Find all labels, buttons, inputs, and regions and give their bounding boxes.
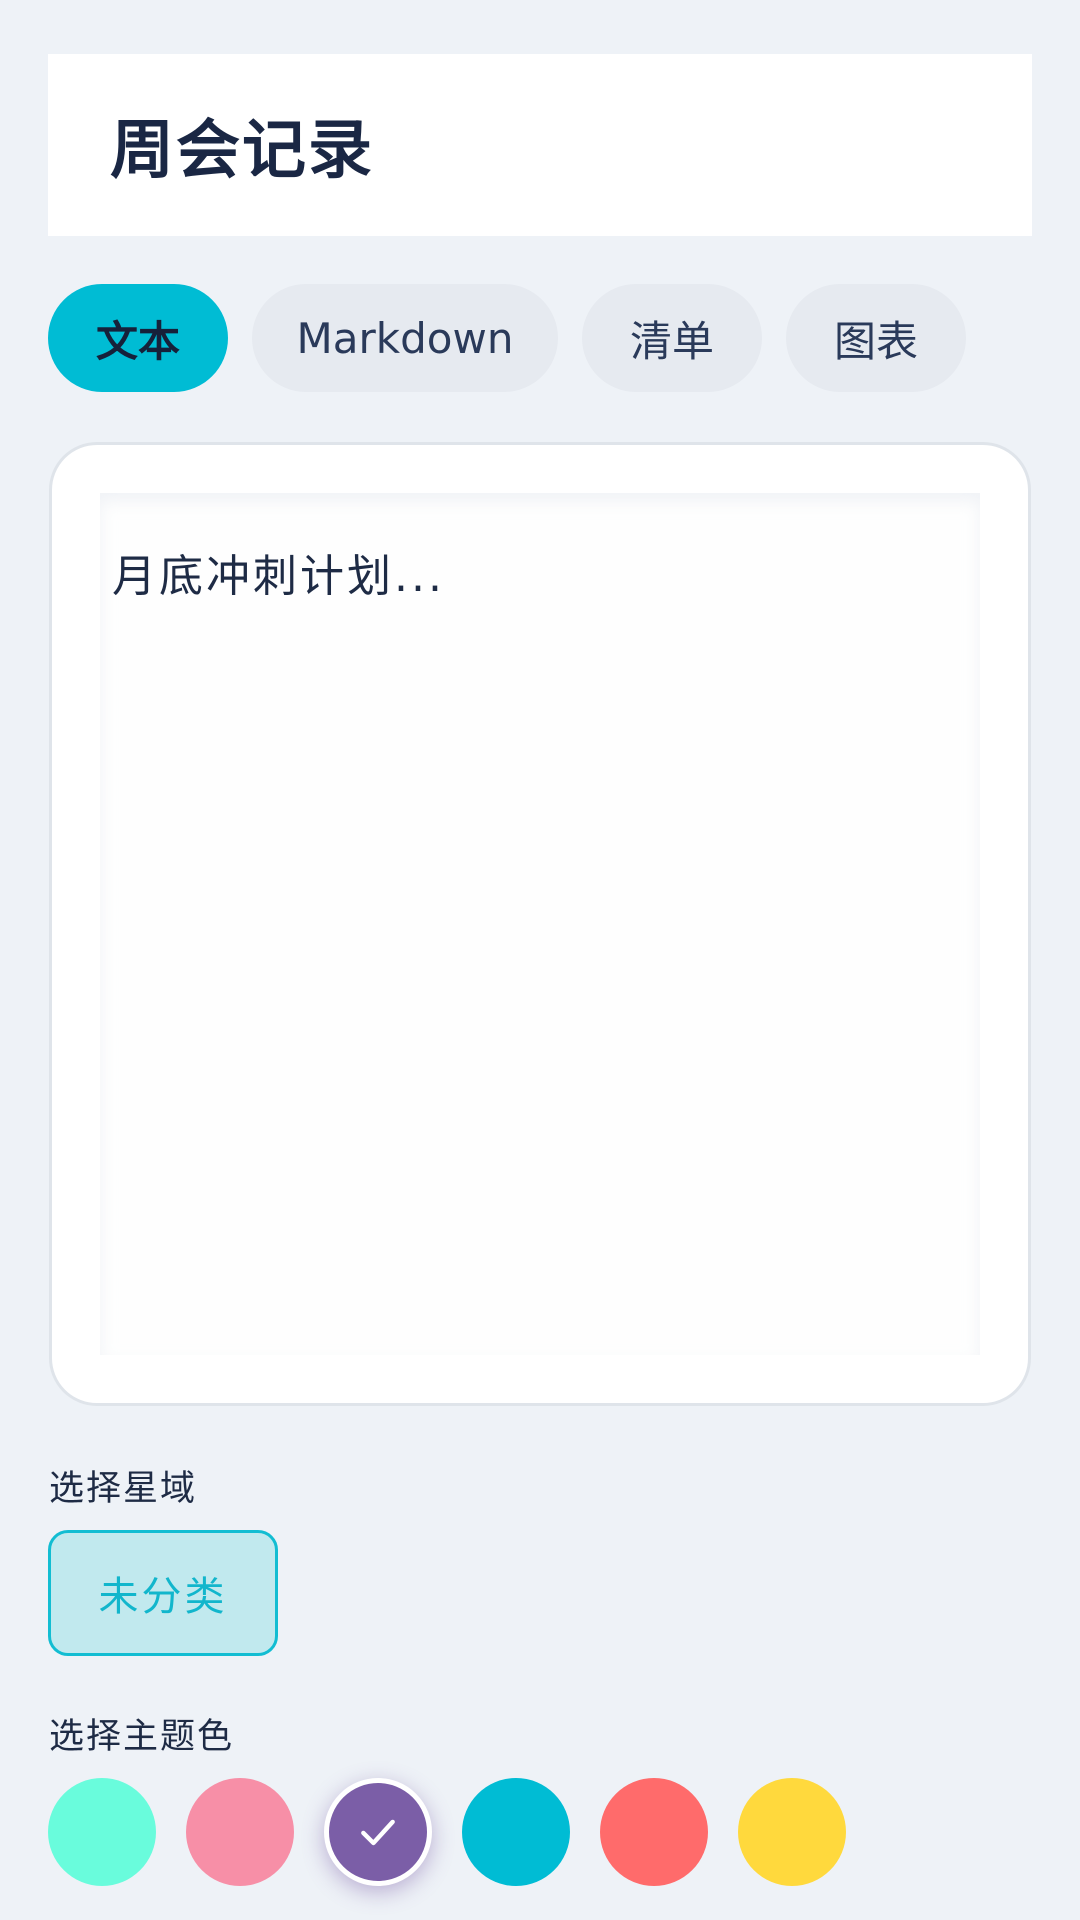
- color-swatch[interactable]: [186, 1778, 294, 1886]
- tab-chart[interactable]: 图表: [786, 284, 966, 392]
- tab-text[interactable]: 文本: [48, 284, 228, 392]
- color-swatch[interactable]: [324, 1778, 432, 1886]
- domain-chip-uncategorized[interactable]: 未分类: [48, 1530, 278, 1656]
- color-swatch[interactable]: [600, 1778, 708, 1886]
- color-swatch[interactable]: [48, 1778, 156, 1886]
- editor-text-area[interactable]: [100, 493, 980, 1355]
- page-title[interactable]: 周会记录: [110, 99, 374, 191]
- theme-color-swatches: [48, 1778, 846, 1886]
- domain-section-label: 选择星域: [49, 1469, 198, 1509]
- title-card: 周会记录: [48, 54, 1032, 236]
- color-swatch[interactable]: [462, 1778, 570, 1886]
- tab-checklist[interactable]: 清单: [582, 284, 762, 392]
- note-type-tabs: 文本 Markdown 清单 图表: [48, 284, 966, 392]
- tab-markdown[interactable]: Markdown: [252, 284, 558, 392]
- check-icon: [361, 1819, 395, 1846]
- color-swatch[interactable]: [738, 1778, 846, 1886]
- editor-content: 月底冲刺计划...: [112, 551, 445, 602]
- theme-color-section-label: 选择主题色: [49, 1717, 235, 1757]
